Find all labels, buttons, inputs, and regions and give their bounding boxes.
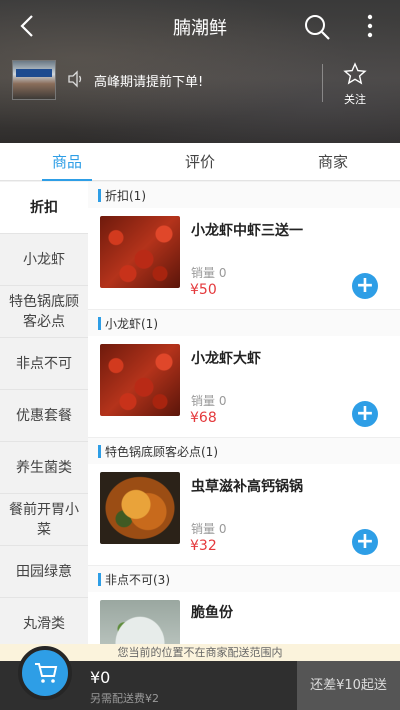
follow-label: 关注 (344, 93, 366, 106)
product-sales: 销量 0 (191, 266, 227, 280)
product-name: 小龙虾大虾 (191, 351, 261, 367)
category-item-crayfish[interactable]: 小龙虾 (0, 234, 88, 286)
product-image[interactable] (100, 344, 180, 416)
product-price: ¥50 (190, 282, 217, 298)
more-vertical-icon (367, 14, 373, 38)
star-icon (343, 62, 367, 85)
product-item[interactable]: 脆鱼份 (88, 592, 400, 644)
product-name: 虫草滋补高钙锅锅 (191, 479, 303, 495)
product-price: ¥68 (190, 410, 217, 426)
add-to-cart-button[interactable]: + (352, 401, 378, 427)
section-header: 小龙虾(1) (88, 310, 400, 336)
tab-products[interactable]: 商品 (22, 143, 112, 181)
plus-icon: + (355, 273, 375, 298)
shop-notice: 高峰期请提前下单! (94, 75, 204, 90)
plus-icon: + (355, 529, 375, 554)
category-item-must-order[interactable]: 非点不可 (0, 338, 88, 390)
section-title: 小龙虾(1) (105, 316, 158, 331)
category-item-appetizer[interactable]: 餐前开胃小菜 (0, 494, 88, 546)
product-name: 小龙虾中虾三送一 (191, 223, 303, 239)
category-item-special-pot[interactable]: 特色锅底顾客必点 (0, 286, 88, 338)
delivery-fee: 另需配送费¥2 (90, 692, 159, 705)
product-item[interactable]: 小龙虾大虾 销量 0 ¥68 + (88, 336, 400, 438)
product-name: 脆鱼份 (191, 605, 233, 621)
speaker-icon (68, 70, 82, 88)
section-marker (98, 316, 101, 330)
section-title: 非点不可(3) (105, 572, 170, 587)
section-title: 特色锅底顾客必点(1) (105, 444, 218, 459)
shop-logo[interactable] (12, 60, 56, 100)
product-image[interactable] (100, 472, 180, 544)
cart-button[interactable] (18, 646, 72, 700)
section-header: 非点不可(3) (88, 566, 400, 592)
product-image[interactable] (100, 216, 180, 288)
cart-total: ¥0 (90, 668, 111, 687)
checkout-button[interactable]: 还差¥10起送 (297, 661, 400, 710)
category-sidebar: 折扣 小龙虾 特色锅底顾客必点 非点不可 优惠套餐 养生菌类 餐前开胃小菜 田园… (0, 182, 88, 644)
product-list[interactable]: 折扣(1) 小龙虾中虾三送一 销量 0 ¥50 + 小龙虾(1) 小龙虾大虾 销… (88, 182, 400, 644)
section-marker (98, 188, 101, 202)
shop-sign (16, 69, 52, 77)
shop-info-row: 高峰期请提前下单! 关注 (0, 58, 400, 108)
category-item-greens[interactable]: 田园绿意 (0, 546, 88, 598)
more-button[interactable] (360, 12, 380, 40)
search-icon (305, 15, 330, 40)
divider (322, 64, 323, 102)
product-item[interactable]: 虫草滋补高钙锅锅 销量 0 ¥32 + (88, 464, 400, 566)
shop-header: 腩潮鲜 高峰期请提前下单! 关注 (0, 0, 400, 143)
tab-bar: 商品 评价 商家 (0, 143, 400, 181)
search-button[interactable] (303, 13, 331, 41)
category-item-balls[interactable]: 丸滑类 (0, 598, 88, 644)
product-image[interactable] (100, 600, 180, 644)
tab-merchant[interactable]: 商家 (288, 143, 378, 181)
page-title: 腩潮鲜 (173, 18, 227, 39)
section-title: 折扣(1) (105, 188, 146, 203)
product-price: ¥32 (190, 538, 217, 554)
tab-reviews[interactable]: 评价 (155, 143, 245, 181)
product-sales: 销量 0 (191, 394, 227, 408)
section-marker (98, 444, 101, 458)
add-to-cart-button[interactable]: + (352, 529, 378, 555)
top-bar: 腩潮鲜 (0, 0, 400, 52)
product-item[interactable]: 小龙虾中虾三送一 销量 0 ¥50 + (88, 208, 400, 310)
product-sales: 销量 0 (191, 522, 227, 536)
follow-button[interactable]: 关注 (332, 62, 378, 107)
category-item-combo[interactable]: 优惠套餐 (0, 390, 88, 442)
section-marker (98, 572, 101, 586)
section-header: 特色锅底顾客必点(1) (88, 438, 400, 464)
cart-icon (35, 663, 58, 683)
add-to-cart-button[interactable]: + (352, 273, 378, 299)
category-item-mushroom[interactable]: 养生菌类 (0, 442, 88, 494)
section-header: 折扣(1) (88, 182, 400, 208)
plus-icon: + (355, 401, 375, 426)
category-item-discount[interactable]: 折扣 (0, 182, 88, 234)
